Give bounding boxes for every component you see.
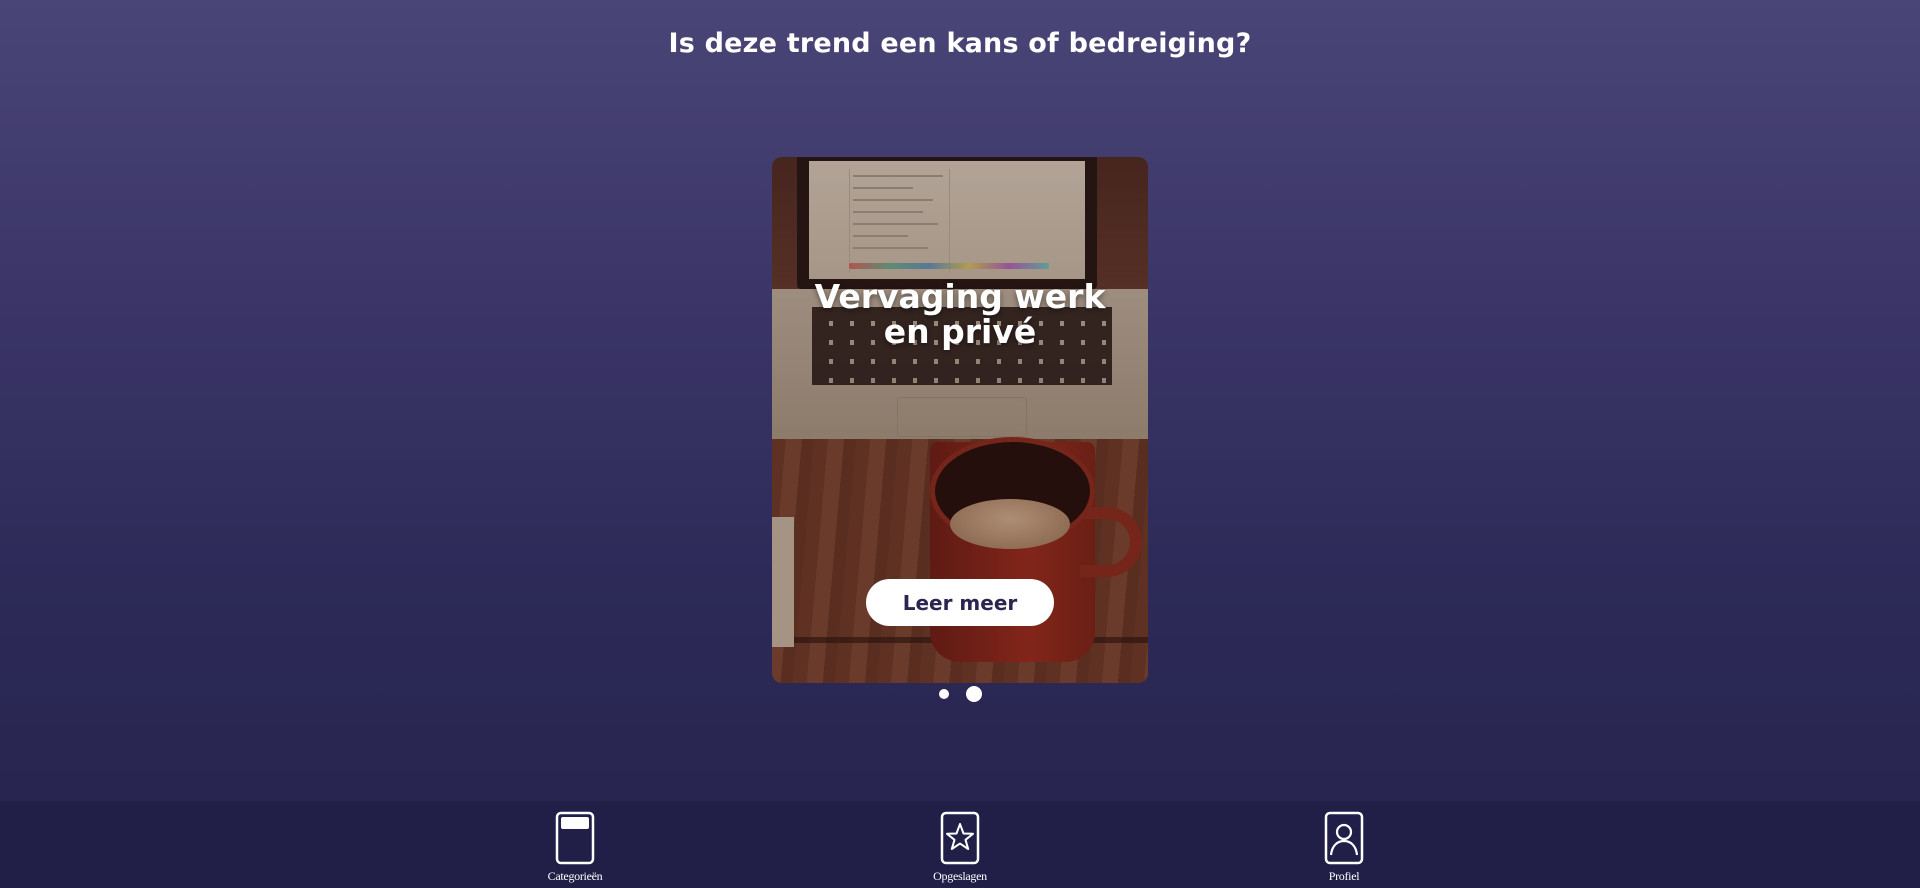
- star-icon: [940, 811, 980, 865]
- page-question: Is deze trend een kans of bedreiging?: [668, 28, 1252, 59]
- nav-item-saved[interactable]: Opgeslagen: [900, 811, 1020, 884]
- nav-label-categories: Categorieën: [547, 869, 603, 883]
- nav-item-profile[interactable]: Profiel: [1284, 811, 1404, 884]
- carousel-pagination: [0, 686, 1920, 702]
- learn-more-button[interactable]: Leer meer: [866, 579, 1054, 626]
- profile-icon: [1324, 811, 1364, 865]
- categories-icon: [555, 811, 595, 865]
- nav-item-categories[interactable]: Categorieën: [515, 811, 635, 884]
- pagination-dot[interactable]: [938, 689, 949, 699]
- trend-card[interactable]: Vervaging werk en privé Leer meer: [772, 157, 1148, 683]
- bottom-navigation: Categorieën Opgeslagen Profiel: [0, 801, 1920, 888]
- nav-label-profile: Profiel: [1328, 869, 1360, 883]
- nav-label-saved: Opgeslagen: [933, 869, 987, 883]
- card-title: Vervaging werk en privé: [814, 277, 1106, 351]
- pagination-dot-active[interactable]: [965, 686, 982, 702]
